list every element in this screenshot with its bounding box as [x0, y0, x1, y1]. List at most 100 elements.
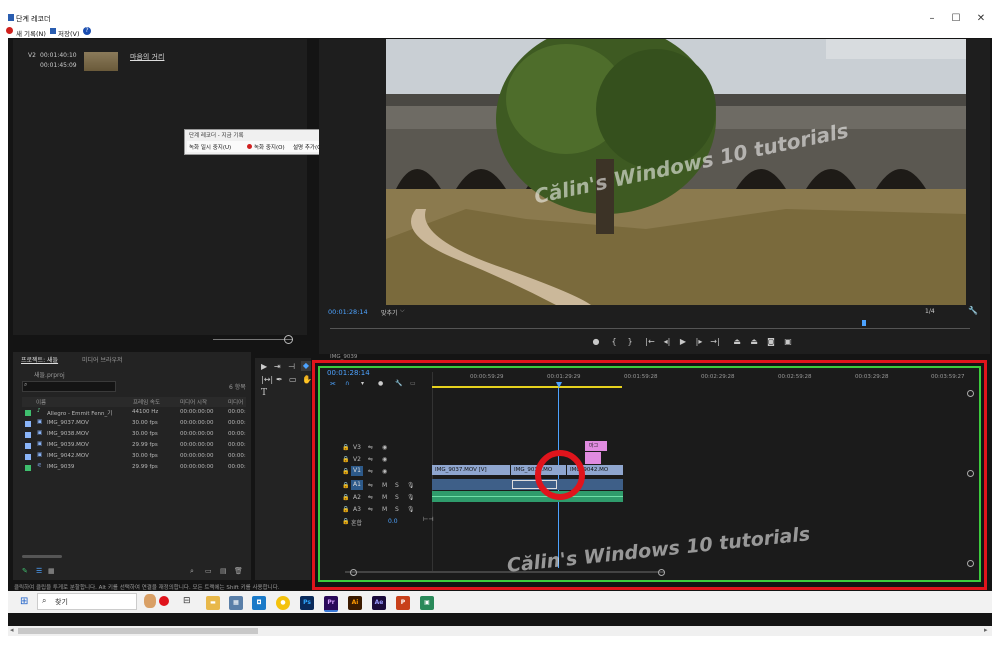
vertical-scroll-handle[interactable]	[967, 470, 974, 477]
ripple-edit-icon[interactable]: ⊣	[288, 362, 295, 371]
timeline-horizontal-scrollbar[interactable]	[345, 571, 665, 573]
sync-lock-icon[interactable]: ⇋	[368, 506, 373, 513]
mute-icon[interactable]: M	[382, 494, 387, 501]
find-icon[interactable]: ⌕	[190, 567, 194, 576]
outer-scroll-thumb[interactable]	[18, 628, 258, 634]
solo-icon[interactable]: S	[395, 482, 399, 489]
extract-icon[interactable]: ⏏	[748, 337, 760, 346]
list-item[interactable]: ▣ IMG_9038.MOV 30.00 fps 00:00:00:00 00:…	[22, 430, 246, 441]
type-tool-icon[interactable]: T	[261, 388, 267, 398]
track-label-a2[interactable]: A2	[353, 494, 361, 501]
mark-out-icon[interactable]: }	[624, 337, 636, 346]
sync-lock-icon[interactable]: ⇋	[368, 482, 373, 489]
steps-recorder-taskbar-icon[interactable]: ▣	[420, 596, 434, 610]
mic-icon[interactable]: 🎙	[407, 494, 415, 501]
minimize-icon[interactable]: –	[922, 13, 942, 24]
mic-icon[interactable]: 🎙	[407, 482, 415, 489]
zoom-slider-handle[interactable]	[284, 335, 293, 344]
powerpoint-icon[interactable]: P	[396, 596, 410, 610]
eye-icon[interactable]: ◉	[382, 468, 387, 475]
col-name[interactable]: 이름	[36, 398, 46, 406]
playhead-scrubber[interactable]	[330, 328, 970, 329]
pencil-icon[interactable]: ✎	[22, 567, 28, 575]
sync-lock-icon[interactable]: ⇋	[368, 456, 373, 463]
track-label-v1[interactable]: V1	[351, 466, 363, 476]
track-label-a1[interactable]: A1	[351, 480, 363, 490]
lock-icon[interactable]: 🔒	[342, 494, 349, 501]
lock-icon[interactable]: 🔒	[342, 468, 349, 475]
tab-project[interactable]: 프로젝트: 새들	[21, 355, 58, 364]
fit-dropdown[interactable]: 맞추기	[381, 308, 398, 317]
sync-lock-icon[interactable]: ⇋	[368, 494, 373, 501]
file-explorer-icon[interactable]: ▬	[206, 596, 220, 610]
add-marker-icon[interactable]: ●	[590, 337, 602, 346]
snap-icon[interactable]: ⫘	[330, 380, 335, 388]
scroll-handle-right[interactable]	[658, 569, 665, 576]
col-start[interactable]: 미디어 시작	[180, 398, 207, 406]
icon-view-icon[interactable]: ▦	[48, 567, 55, 575]
close-icon[interactable]: ✕	[971, 13, 991, 24]
compare-icon[interactable]: ▣	[782, 337, 794, 346]
monitor-playhead[interactable]	[862, 320, 866, 326]
export-frame-icon[interactable]: ◙	[765, 337, 777, 346]
linked-selection-icon[interactable]: ∩	[345, 380, 349, 387]
mute-icon[interactable]: M	[382, 506, 387, 513]
project-search-input[interactable]	[22, 381, 116, 392]
lock-icon[interactable]: 🔒	[342, 444, 349, 451]
trash-icon[interactable]: 🗑	[234, 567, 243, 575]
task-view-icon[interactable]: ⊟	[183, 596, 191, 606]
rect-tool-icon[interactable]: ▭	[289, 375, 297, 384]
solo-icon[interactable]: S	[395, 494, 399, 501]
pause-record-button[interactable]: 녹화 일시 중지(U)	[189, 143, 231, 151]
list-item[interactable]: ▣ IMG_9037.MOV 30.00 fps 00:00:00:00 00:…	[22, 419, 246, 430]
title-clip[interactable]: 마그	[585, 441, 607, 451]
title-clip-v2[interactable]	[585, 452, 601, 464]
calculator-icon[interactable]: ▦	[229, 596, 243, 610]
eye-icon[interactable]: ◉	[382, 444, 387, 451]
scroll-right-icon[interactable]: ▸	[984, 626, 988, 634]
store-icon[interactable]: ◘	[252, 596, 266, 610]
col-rate[interactable]: 프레임 속도	[133, 398, 160, 406]
list-item[interactable]: ⚟ IMG_9039 29.99 fps 00:00:00:00 00:00:	[22, 463, 246, 474]
help-icon[interactable]: ?	[83, 27, 91, 35]
mix-value[interactable]: 0.0	[388, 518, 398, 525]
maximize-icon[interactable]: ☐	[946, 13, 966, 24]
lock-icon[interactable]: 🔒	[342, 456, 349, 463]
go-to-in-icon[interactable]: |←	[644, 337, 656, 346]
after-effects-icon[interactable]: Ae	[372, 596, 386, 610]
log-clip-title[interactable]: 마음의 거리	[130, 52, 164, 62]
lock-icon[interactable]: 🔒	[342, 506, 349, 513]
list-view-icon[interactable]: ☰	[36, 567, 42, 575]
slip-tool-icon[interactable]: |↔|	[261, 375, 273, 384]
illustrator-icon[interactable]: Ai	[348, 596, 362, 610]
solo-icon[interactable]: S	[395, 506, 399, 513]
sync-lock-icon[interactable]: ⇋	[368, 468, 373, 475]
windows-start-icon[interactable]: ⊞	[20, 596, 28, 607]
captions-icon[interactable]: ▭	[410, 380, 416, 387]
sync-lock-icon[interactable]: ⇋	[368, 444, 373, 451]
lock-icon[interactable]: 🔒	[342, 482, 349, 489]
mute-icon[interactable]: M	[382, 482, 387, 489]
track-label-v2[interactable]: V2	[353, 456, 361, 463]
go-to-out-icon[interactable]: →|	[709, 337, 721, 346]
wrench-icon[interactable]: 🔧	[968, 306, 978, 315]
list-item[interactable]: ♪ Allegro - Emmit Fenn_기 44100 Hz 00:00:…	[22, 408, 246, 419]
step-back-icon[interactable]: ◂|	[661, 337, 673, 346]
col-end[interactable]: 미디어	[228, 398, 243, 406]
photoshop-icon[interactable]: Ps	[300, 596, 314, 610]
premiere-icon[interactable]: Pr	[324, 596, 338, 612]
chrome-icon[interactable]: ●	[276, 596, 290, 610]
scroll-left-icon[interactable]: ◂	[10, 626, 14, 634]
eye-icon[interactable]: ◉	[382, 456, 387, 463]
vertical-scroll-handle[interactable]	[967, 390, 974, 397]
add-marker-timeline-icon[interactable]: ▾	[361, 380, 364, 387]
clip-9037[interactable]: IMG_9037.MOV [V]	[432, 465, 510, 475]
step-forward-icon[interactable]: |▸	[693, 337, 705, 346]
tab-media-browser[interactable]: 미디어 브라우저	[82, 355, 123, 364]
hand-tool-icon[interactable]: ✋	[302, 375, 312, 384]
zoom-dropdown[interactable]: 1/4	[925, 308, 935, 315]
work-area-bar[interactable]	[432, 386, 622, 388]
play-icon[interactable]: ▶	[677, 337, 689, 346]
track-select-icon[interactable]: ⇥	[274, 362, 281, 371]
mic-icon[interactable]: 🎙	[407, 506, 415, 513]
